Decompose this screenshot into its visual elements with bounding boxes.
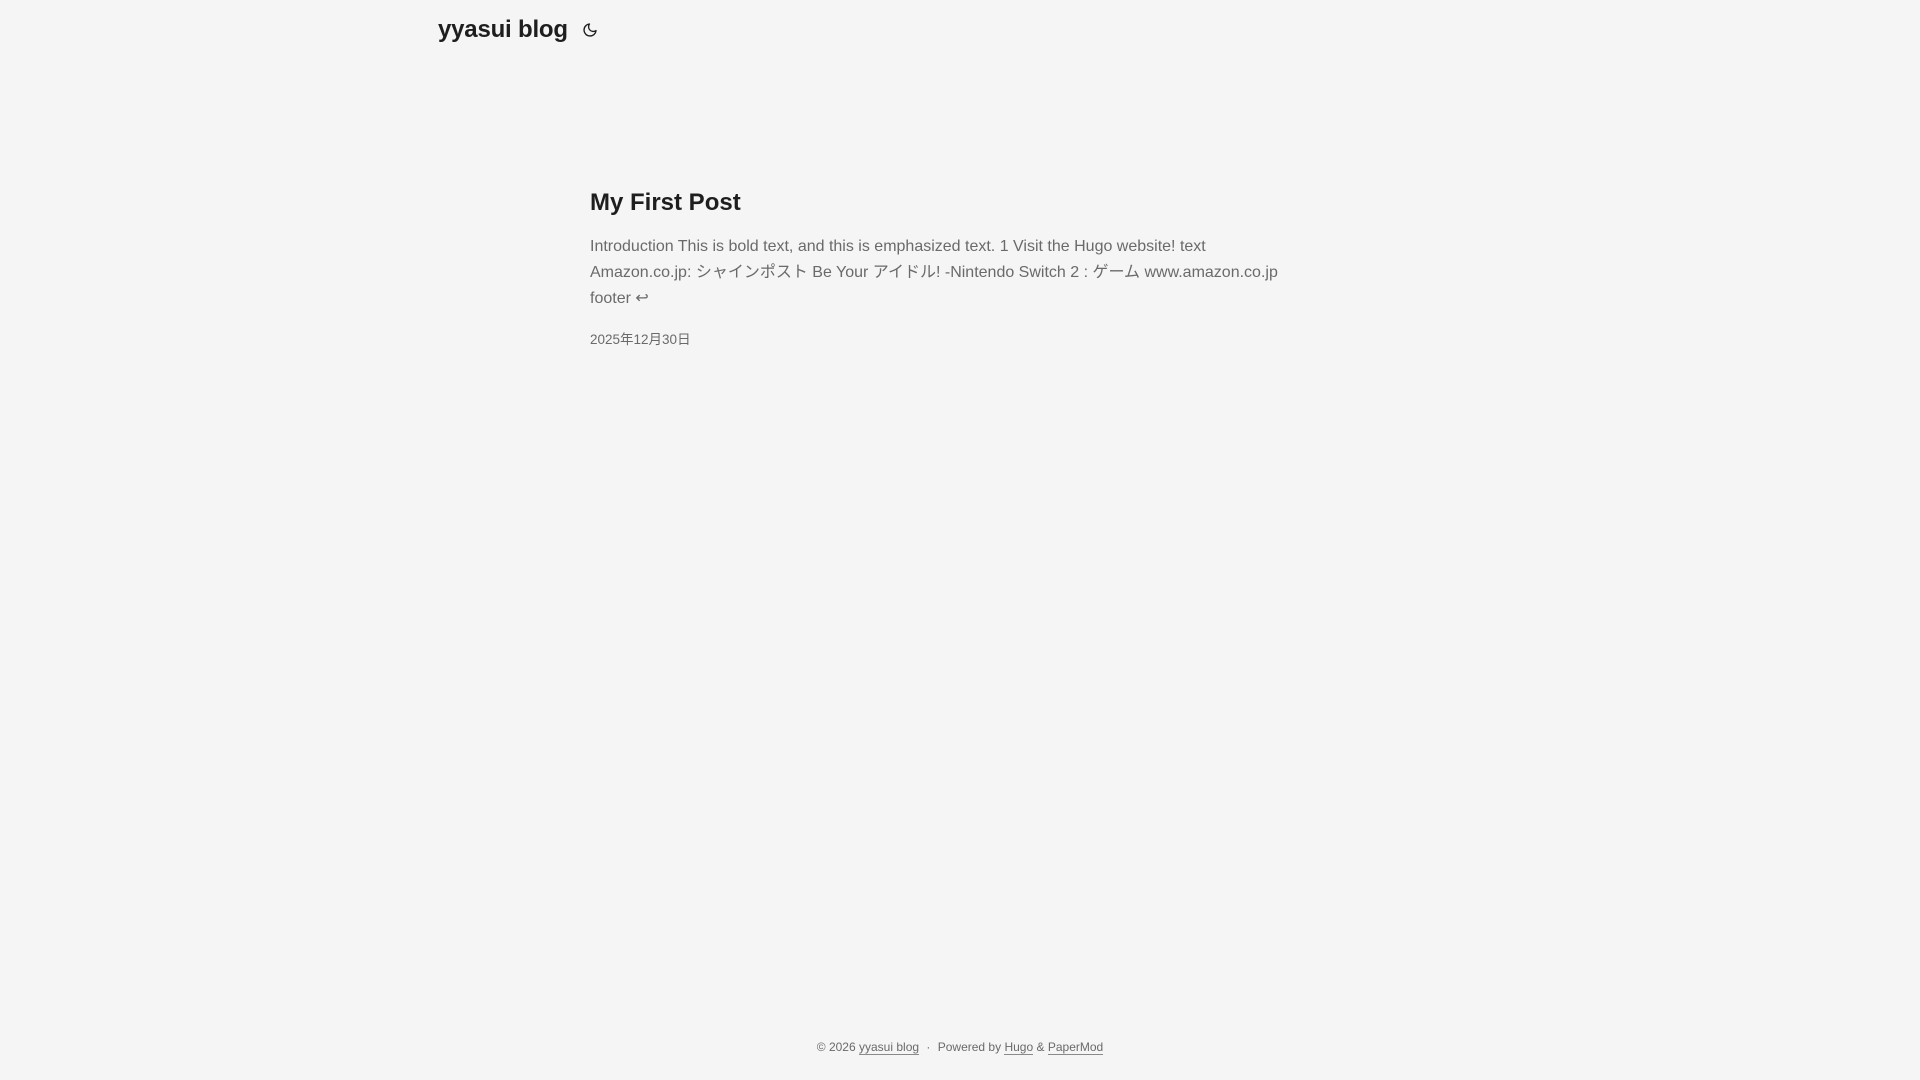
footer-hugo-link[interactable]: Hugo	[1004, 1040, 1034, 1055]
post-date: 2025年12月30日	[590, 332, 691, 347]
post-entry-card[interactable]: My First Post Introduction This is bold …	[590, 186, 1290, 348]
footer-powered-by: Powered by	[937, 1040, 1002, 1054]
footer-copyright: © 2026	[816, 1040, 856, 1054]
theme-toggle-button[interactable]	[578, 18, 602, 42]
site-logo-link[interactable]: yyasui blog	[438, 16, 568, 44]
footer-ampersand: &	[1036, 1040, 1045, 1054]
post-title: My First Post	[590, 189, 741, 216]
footer-papermod-link[interactable]: PaperMod	[1047, 1040, 1104, 1055]
moon-icon	[583, 23, 597, 37]
site-footer: © 2026 yyasui blog · Powered by Hugo & P…	[0, 1040, 1920, 1055]
footer-separator: ·	[926, 1040, 931, 1054]
site-header: yyasui blog	[438, 12, 602, 48]
footer-site-link[interactable]: yyasui blog	[859, 1040, 920, 1055]
post-summary: Introduction This is bold text, and this…	[590, 238, 1278, 307]
page: yyasui blog My First Post Introduction T…	[0, 0, 1920, 1080]
